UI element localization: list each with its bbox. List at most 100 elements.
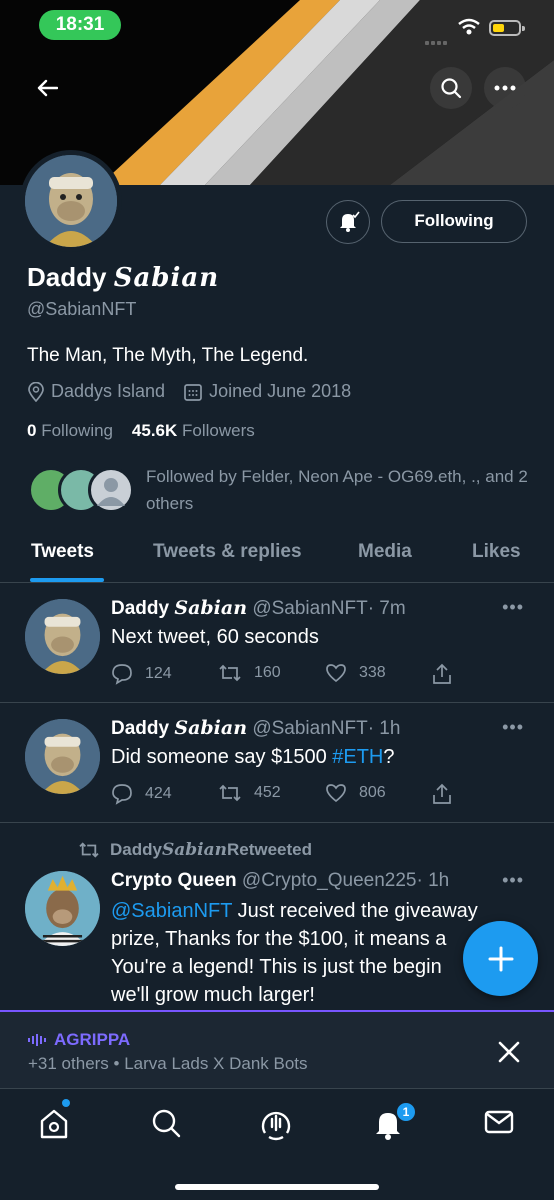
tweet-more-button[interactable]: •••: [502, 597, 524, 618]
retweet-icon: [219, 784, 241, 802]
following-button[interactable]: Following: [381, 200, 527, 243]
retweet-count: 452: [254, 784, 281, 801]
more-horizontal-icon: [494, 85, 516, 91]
profile-bio: The Man, The Myth, The Legend.: [27, 345, 309, 366]
crowned-ape-avatar-image: [25, 871, 100, 946]
tab-likes[interactable]: Likes: [472, 541, 521, 563]
tweet-text: Next tweet, 60 seconds: [111, 626, 319, 648]
tweet-avatar[interactable]: [25, 719, 100, 794]
retweet-count: 160: [254, 664, 281, 681]
display-name-plain: Daddy: [27, 262, 114, 292]
spaces-subtitle: +31 others • Larva Lads X Dank Bots: [28, 1054, 308, 1073]
battery-icon: [489, 20, 525, 36]
tweet-text-part: Did someone say $1500: [111, 746, 333, 768]
tab-media[interactable]: Media: [358, 541, 412, 563]
hashtag-link[interactable]: #ETH: [332, 746, 383, 768]
heart-icon: [326, 784, 346, 803]
cellular-signal-icon: [425, 32, 453, 45]
share-button[interactable]: [431, 663, 465, 685]
like-button[interactable]: 806: [325, 783, 386, 803]
search-icon: [441, 78, 462, 99]
tweet-more-button[interactable]: •••: [502, 717, 524, 738]
followers-count-link[interactable]: 45.6K Followers: [132, 421, 255, 440]
tab-tweets-replies[interactable]: Tweets & replies: [153, 541, 302, 563]
tab-tweets[interactable]: Tweets: [31, 541, 94, 563]
tweet-text: Did someone say $1500 #ETH?: [111, 743, 511, 771]
reply-count: 424: [145, 785, 172, 802]
tweet-avatar[interactable]: [25, 599, 100, 674]
profile-display-name: Daddy Sabian: [27, 262, 219, 293]
tweet-author-handle: @Crypto_Queen225: [241, 870, 417, 891]
retweet-button[interactable]: 160: [218, 663, 281, 683]
back-button[interactable]: [26, 67, 68, 109]
follower-avatar-default: [88, 467, 134, 513]
spaces-host-name: AGRIPPA: [54, 1030, 131, 1049]
tweet-header: Daddy Sabian @SabianNFT· 1h: [111, 717, 400, 740]
following-count-link[interactable]: 0 Following: [27, 421, 113, 440]
like-button[interactable]: 338: [325, 663, 386, 683]
audio-wave-icon: [28, 1034, 46, 1046]
followed-by-avatars[interactable]: [28, 467, 134, 515]
share-icon: [433, 663, 451, 684]
share-button[interactable]: [431, 783, 465, 805]
home-unread-dot: [62, 1099, 70, 1107]
mention-link[interactable]: @SabianNFT: [111, 900, 232, 922]
joined-item: Joined June 2018: [183, 381, 351, 402]
spaces-icon[interactable]: [260, 1107, 292, 1141]
notifications-toggle-button[interactable]: [326, 200, 370, 244]
tweet-text-line: we'll grow much larger!: [111, 984, 315, 1006]
retweet-button[interactable]: 452: [218, 783, 281, 803]
active-tab-indicator: [30, 578, 104, 582]
tweet-more-button[interactable]: •••: [502, 870, 524, 891]
retweet-icon: [79, 842, 99, 858]
messages-envelope-icon[interactable]: [483, 1107, 515, 1137]
plus-icon: [488, 946, 513, 971]
search-button[interactable]: [430, 67, 472, 109]
reply-button[interactable]: 424: [111, 783, 172, 805]
followed-by-text[interactable]: Followed by Felder, Neon Ape - OG69.eth,…: [146, 463, 531, 517]
display-name-styled: Sabian: [113, 263, 220, 293]
following-label: Following: [41, 421, 114, 440]
followers-count: 45.6K: [131, 421, 178, 440]
tweet-time: · 1h: [367, 718, 401, 739]
tweet[interactable]: Daddy Sabian @SabianNFT· 1h ••• Did some…: [0, 703, 554, 823]
bell-check-icon: [340, 211, 360, 232]
home-indicator-bar[interactable]: [175, 1184, 379, 1190]
compose-tweet-button[interactable]: [463, 921, 538, 996]
tweet-author-name[interactable]: Daddy: [111, 598, 174, 619]
more-options-button[interactable]: [484, 67, 526, 109]
ape-avatar-image: [25, 155, 117, 247]
tweet-author-name-styled[interactable]: Sabian: [174, 597, 247, 619]
following-count: 0: [27, 421, 37, 440]
like-count: 806: [359, 784, 386, 801]
tweet-author-name[interactable]: Crypto Queen: [111, 870, 237, 891]
tweet-author-name-styled[interactable]: Sabian: [174, 717, 247, 739]
tweet-actions: 424 452 806: [111, 783, 471, 807]
heart-icon: [326, 664, 346, 683]
calendar-icon: [184, 383, 202, 401]
profile-avatar[interactable]: [20, 150, 122, 252]
profile-meta: Daddys Island Joined June 2018: [27, 381, 369, 402]
tweet-author-name[interactable]: Daddy: [111, 718, 174, 739]
status-bar: 18:31: [0, 0, 554, 50]
notifications-badge: 1: [395, 1101, 417, 1123]
profile-tabs: Tweets Tweets & replies Media Likes: [0, 525, 554, 583]
tweet-time: · 7m: [367, 598, 406, 619]
ape-avatar-image: [25, 599, 100, 674]
reply-icon: [112, 784, 132, 805]
home-icon[interactable]: [38, 1107, 70, 1141]
tweet-avatar[interactable]: [25, 871, 100, 946]
close-icon[interactable]: [496, 1039, 522, 1065]
tweet-header: Daddy Sabian @SabianNFT· 7m: [111, 597, 406, 620]
search-icon[interactable]: [150, 1107, 182, 1139]
retweeter-name: Daddy: [110, 840, 162, 859]
retweeted-by[interactable]: Daddy Sabian Retweeted: [78, 840, 312, 860]
tweet[interactable]: Daddy Sabian @SabianNFT· 7m ••• Next twe…: [0, 583, 554, 703]
spaces-bar[interactable]: AGRIPPA +31 others • Larva Lads X Dank B…: [0, 1010, 554, 1088]
reply-button[interactable]: 124: [111, 663, 172, 685]
status-time: 18:31: [39, 10, 121, 40]
reply-count: 124: [145, 665, 172, 682]
tweet-actions: 124 160 338: [111, 663, 471, 687]
followers-label: Followers: [182, 421, 255, 440]
tweet-text-part: ?: [383, 746, 395, 768]
